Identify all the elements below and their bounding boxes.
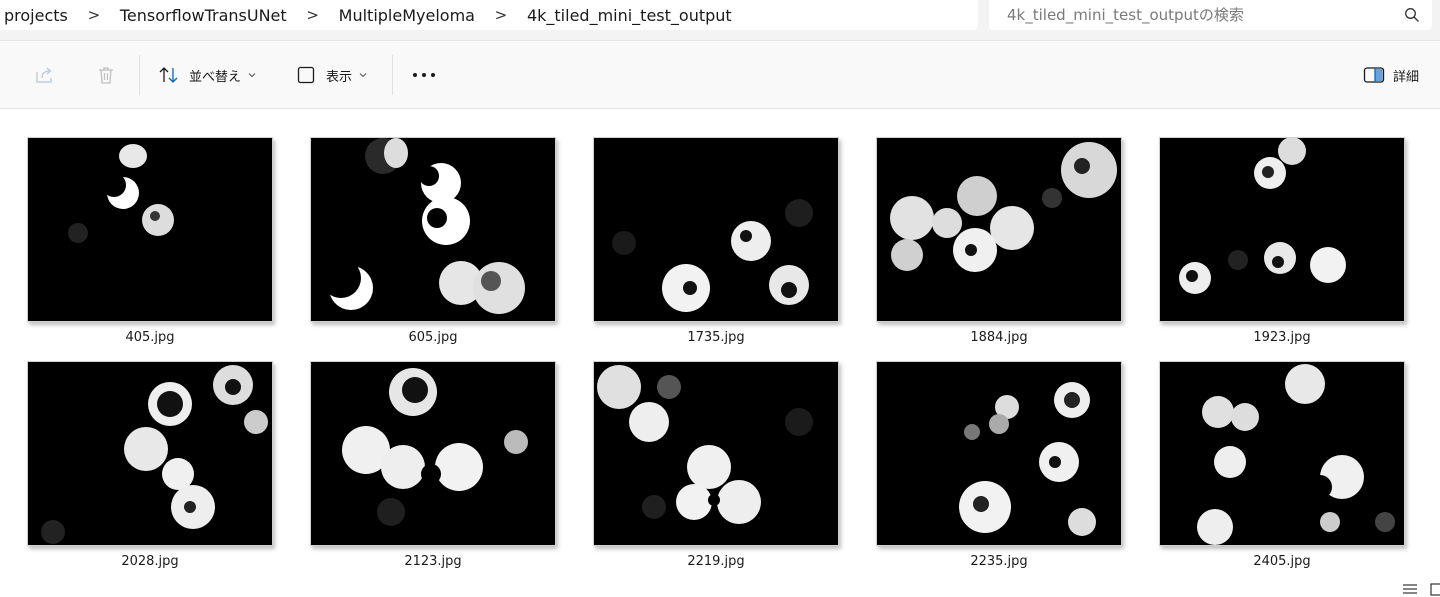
- file-grid: 405.jpg 605.jpg 1735.jpg 1884.jpg 1923.j…: [0, 109, 1440, 597]
- breadcrumb-item-tensorflowtransunet[interactable]: TensorflowTransUNet: [116, 6, 291, 25]
- image-thumbnail: [1159, 361, 1405, 546]
- file-name: 2219.jpg: [687, 554, 745, 569]
- search-box[interactable]: [989, 0, 1432, 30]
- chevron-down-icon: [359, 73, 367, 78]
- trash-icon: [99, 67, 113, 84]
- delete-button[interactable]: [96, 61, 116, 89]
- file-item[interactable]: 605.jpg: [310, 137, 556, 367]
- file-name: 2235.jpg: [970, 554, 1028, 569]
- share-button[interactable]: [34, 61, 56, 89]
- image-thumbnail: [310, 137, 556, 322]
- image-thumbnail: [1159, 137, 1405, 322]
- more-options-button[interactable]: [412, 61, 436, 89]
- details-pane-button[interactable]: 詳細: [1363, 61, 1419, 89]
- file-item[interactable]: 1884.jpg: [876, 137, 1122, 367]
- image-thumbnail: [593, 361, 839, 546]
- view-toggle-group: [1400, 580, 1440, 597]
- file-item[interactable]: 2235.jpg: [876, 361, 1122, 591]
- search-icon[interactable]: [1404, 7, 1420, 23]
- breadcrumb-separator[interactable]: >: [479, 6, 523, 24]
- file-item[interactable]: 2123.jpg: [310, 361, 556, 591]
- file-name: 2028.jpg: [121, 554, 179, 569]
- command-bar: 並べ替え 表示 詳細: [0, 41, 1440, 109]
- file-name: 405.jpg: [125, 330, 175, 345]
- chevron-down-icon: [248, 73, 256, 78]
- more-dots-icon: [413, 73, 435, 77]
- file-item[interactable]: 1923.jpg: [1159, 137, 1405, 367]
- share-icon: [36, 67, 52, 83]
- view-square-icon: [297, 66, 315, 84]
- file-name: 2405.jpg: [1253, 554, 1311, 569]
- search-input[interactable]: [989, 5, 1409, 25]
- file-item[interactable]: 405.jpg: [27, 137, 273, 367]
- view-button[interactable]: 表示: [296, 61, 367, 89]
- details-label: 詳細: [1393, 69, 1420, 85]
- image-thumbnail: [593, 137, 839, 322]
- file-item[interactable]: 2405.jpg: [1159, 361, 1405, 591]
- toolbar-divider: [392, 55, 393, 95]
- sort-label: 並べ替え: [189, 69, 242, 85]
- breadcrumb[interactable]: projects > TensorflowTransUNet > Multipl…: [0, 0, 978, 30]
- breadcrumb-item-current-folder[interactable]: 4k_tiled_mini_test_output: [523, 6, 736, 25]
- thumbnail-view-icon[interactable]: [1430, 582, 1440, 596]
- breadcrumb-item-projects[interactable]: projects: [0, 6, 72, 25]
- file-item[interactable]: 1735.jpg: [593, 137, 839, 367]
- address-bar-row: projects > TensorflowTransUNet > Multipl…: [0, 0, 1440, 41]
- toolbar-divider: [139, 55, 140, 95]
- breadcrumb-item-multiplemyeloma[interactable]: MultipleMyeloma: [335, 6, 479, 25]
- details-view-icon[interactable]: [1402, 582, 1418, 596]
- image-thumbnail: [876, 361, 1122, 546]
- file-name: 1735.jpg: [687, 330, 745, 345]
- file-name: 1923.jpg: [1253, 330, 1311, 345]
- file-name: 2123.jpg: [404, 554, 462, 569]
- image-thumbnail: [876, 137, 1122, 322]
- image-thumbnail: [27, 137, 273, 322]
- sort-button[interactable]: 並べ替え: [158, 61, 256, 89]
- file-item[interactable]: 2028.jpg: [27, 361, 273, 591]
- image-thumbnail: [27, 361, 273, 546]
- image-thumbnail: [310, 361, 556, 546]
- breadcrumb-separator[interactable]: >: [72, 6, 116, 24]
- file-name: 605.jpg: [408, 330, 458, 345]
- file-name: 1884.jpg: [970, 330, 1028, 345]
- details-pane-icon: [1363, 67, 1385, 83]
- view-label: 表示: [326, 69, 353, 85]
- sort-arrows-icon: [159, 67, 178, 83]
- breadcrumb-separator[interactable]: >: [291, 6, 335, 24]
- file-item[interactable]: 2219.jpg: [593, 361, 839, 591]
